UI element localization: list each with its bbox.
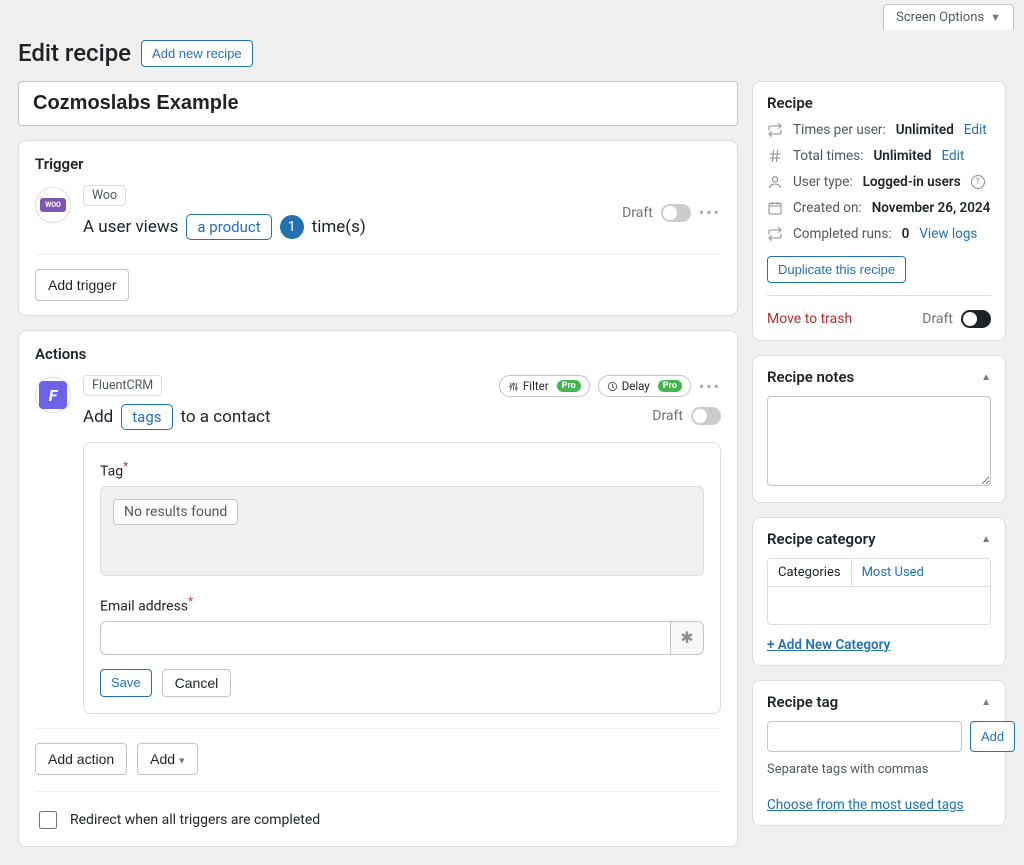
recipe-publish-toggle[interactable] <box>961 310 991 328</box>
add-dropdown-button[interactable]: Add ▾ <box>137 743 197 775</box>
trigger-sentence-pre: A user views <box>83 217 178 237</box>
caret-down-icon: ▼ <box>990 11 1001 24</box>
add-new-category-link[interactable]: + Add New Category <box>767 637 890 653</box>
redirect-checkbox-label: Redirect when all triggers are completed <box>70 812 320 828</box>
collapse-icon[interactable]: ▲ <box>981 697 991 708</box>
woo-integration-icon: WOO <box>35 187 71 223</box>
trigger-count-badge[interactable]: 1 <box>280 215 304 239</box>
add-new-recipe-button[interactable]: Add new recipe <box>141 40 253 67</box>
pro-badge: Pro <box>557 380 581 392</box>
action-sentence-pre: Add <box>83 407 113 427</box>
trigger-integration-name: Woo <box>83 185 126 206</box>
recipe-category-box: Recipe category ▲ Categories Most Used +… <box>752 517 1006 666</box>
help-icon[interactable]: ? <box>971 175 985 189</box>
tag-hint: Separate tags with commas <box>767 762 991 777</box>
trigger-more-icon[interactable]: ••• <box>699 203 721 222</box>
action-toggle[interactable] <box>691 407 721 425</box>
page-title: Edit recipe <box>18 38 131 69</box>
tag-input[interactable] <box>767 721 962 752</box>
recipe-tag-box: Recipe tag ▲ Add Separate tags with comm… <box>752 680 1006 826</box>
action-more-icon[interactable]: ••• <box>699 377 721 396</box>
recipe-box-title: Recipe <box>767 94 991 112</box>
pro-badge: Pro <box>658 380 682 392</box>
move-to-trash-link[interactable]: Move to trash <box>767 311 852 327</box>
tag-no-results: No results found <box>113 499 238 525</box>
fluentcrm-integration-icon: F <box>35 377 71 413</box>
repeat-icon <box>767 226 783 242</box>
tab-categories[interactable]: Categories <box>768 559 852 586</box>
screen-options-label: Screen Options <box>896 10 984 25</box>
recipe-meta-box: Recipe Times per user: Unlimited Edit To… <box>752 81 1006 341</box>
recipe-status: Draft <box>922 311 953 327</box>
collapse-icon[interactable]: ▲ <box>981 534 991 545</box>
clock-icon <box>607 381 618 392</box>
cancel-button[interactable]: Cancel <box>162 669 232 697</box>
recipe-notes-title: Recipe notes <box>767 368 854 386</box>
collapse-icon[interactable]: ▲ <box>981 372 991 383</box>
duplicate-recipe-button[interactable]: Duplicate this recipe <box>767 256 906 283</box>
actions-panel: Actions F FluentCRM Add tags to a contac… <box>18 330 738 846</box>
trigger-section-title: Trigger <box>35 155 721 173</box>
redirect-checkbox[interactable] <box>39 811 57 829</box>
trigger-panel: Trigger WOO Woo A user views a product 1… <box>18 140 738 316</box>
user-icon <box>767 174 783 190</box>
screen-options-button[interactable]: Screen Options ▼ <box>883 4 1014 30</box>
trigger-sentence-post: time(s) <box>312 217 366 237</box>
action-sentence-post: to a contact <box>181 407 271 427</box>
calendar-icon <box>767 200 783 216</box>
recipe-title-input[interactable] <box>18 81 738 126</box>
recipe-tag-title: Recipe tag <box>767 693 838 711</box>
add-trigger-button[interactable]: Add trigger <box>35 269 129 301</box>
action-delay-chip[interactable]: Delay Pro <box>598 375 691 397</box>
category-list[interactable] <box>767 587 991 625</box>
chevron-down-icon: ▾ <box>179 755 185 767</box>
edit-times-per-user[interactable]: Edit <box>964 122 987 138</box>
repeat-icon <box>767 122 783 138</box>
recipe-notes-box: Recipe notes ▲ <box>752 355 1006 503</box>
recipe-notes-textarea[interactable] <box>767 396 991 486</box>
trigger-token-product[interactable]: a product <box>186 214 271 240</box>
filter-icon <box>508 381 519 392</box>
actions-section-title: Actions <box>35 345 721 363</box>
action-status: Draft <box>652 408 683 424</box>
action-config-panel: Tag* No results found Email address* ✱ S… <box>83 442 721 713</box>
email-field-label: Email address* <box>100 594 704 615</box>
tag-input-area[interactable]: No results found <box>100 486 704 576</box>
tab-most-used[interactable]: Most Used <box>852 559 934 586</box>
token-picker-icon[interactable]: ✱ <box>670 621 704 655</box>
action-token-tags[interactable]: tags <box>121 404 172 430</box>
action-filter-chip[interactable]: Filter Pro <box>499 375 590 397</box>
add-tag-button[interactable]: Add <box>970 721 1015 752</box>
edit-total-times[interactable]: Edit <box>942 148 965 164</box>
view-logs-link[interactable]: View logs <box>919 226 977 242</box>
recipe-category-title: Recipe category <box>767 530 876 548</box>
action-integration-name: FluentCRM <box>83 375 162 396</box>
save-button[interactable]: Save <box>100 669 152 697</box>
choose-most-used-tags-link[interactable]: Choose from the most used tags <box>767 797 964 813</box>
trigger-status: Draft <box>622 205 653 221</box>
trigger-toggle[interactable] <box>661 204 691 222</box>
add-action-button[interactable]: Add action <box>35 743 127 775</box>
tag-field-label: Tag* <box>100 459 704 480</box>
hash-icon <box>767 148 783 164</box>
email-field[interactable] <box>100 621 670 655</box>
